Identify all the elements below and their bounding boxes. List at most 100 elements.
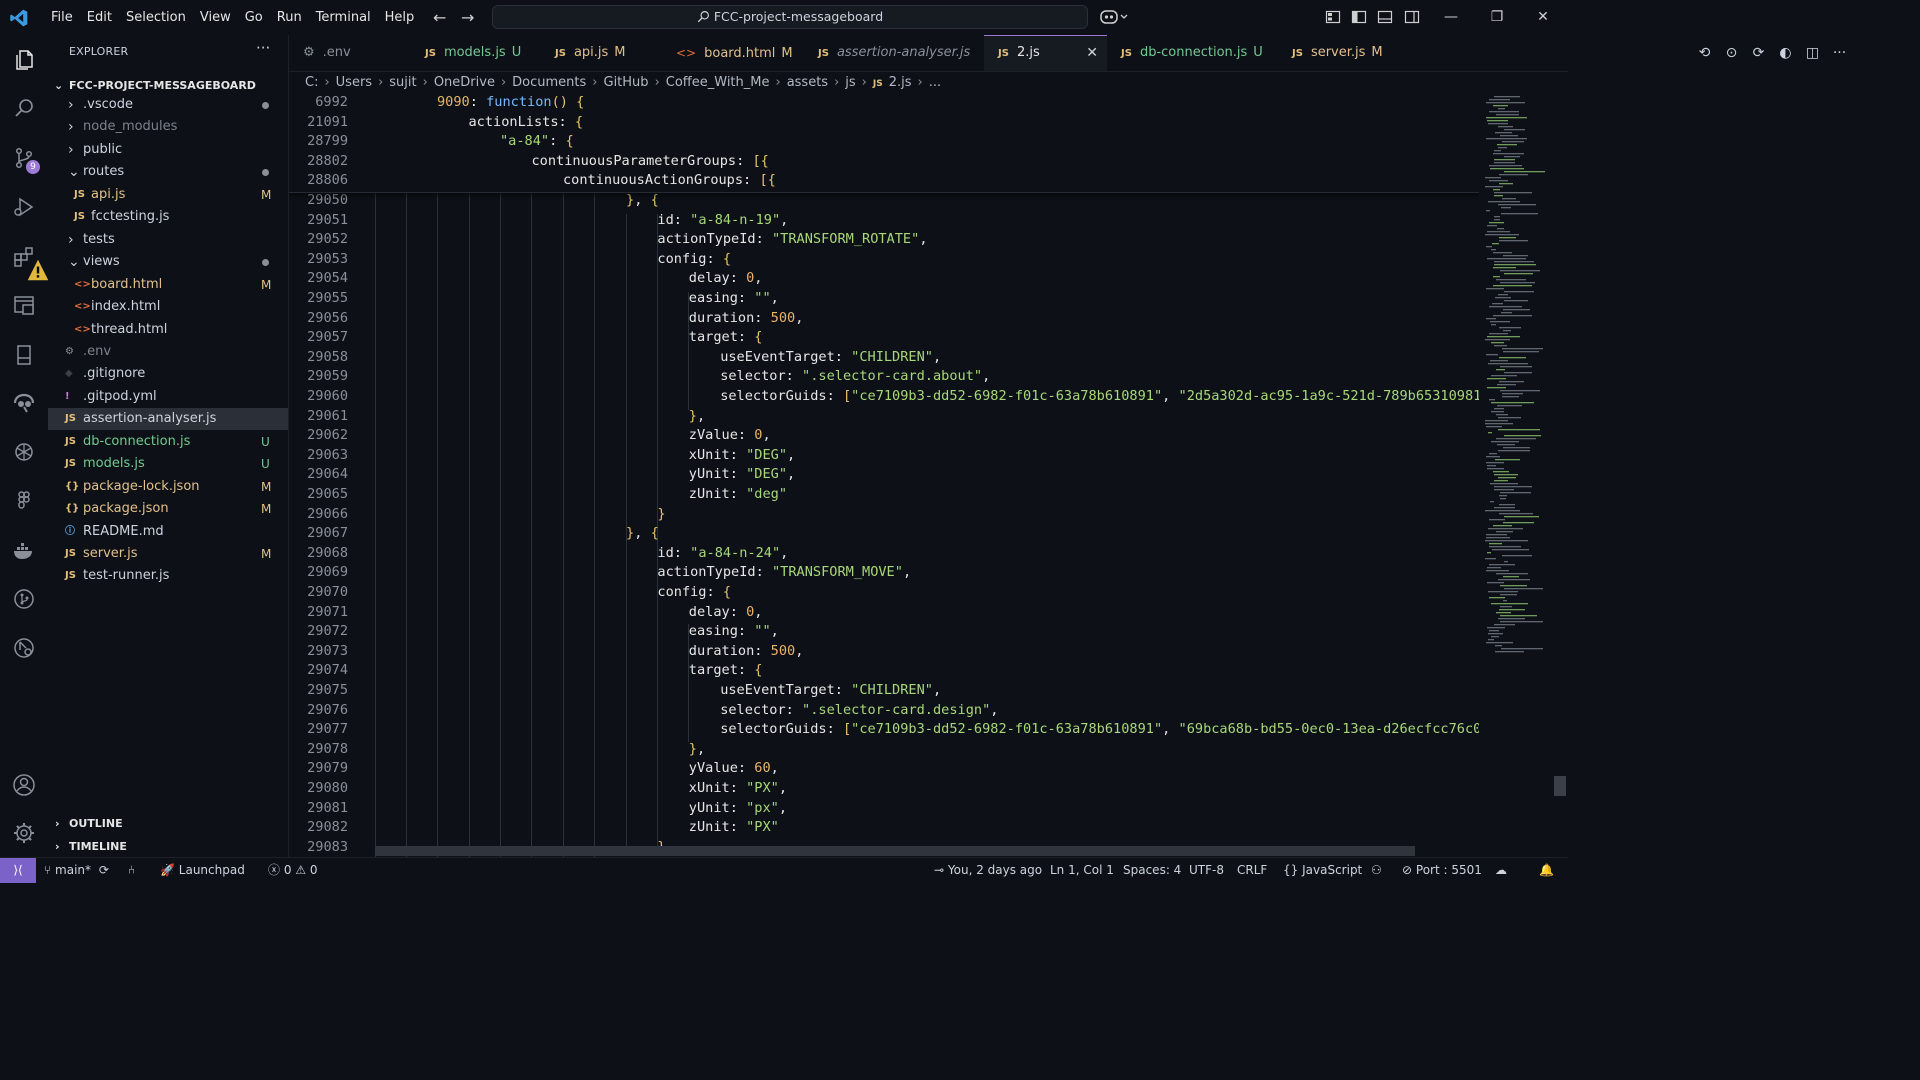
git-graph-status-icon[interactable]: ⑃ [128, 858, 135, 882]
go-forward-change-icon[interactable]: ⟳ [1745, 45, 1772, 61]
menu-go[interactable]: Go [238, 0, 270, 35]
source-control-icon[interactable]: 9 [0, 138, 48, 178]
copilot-icon[interactable] [1100, 8, 1130, 30]
menu-selection[interactable]: Selection [119, 0, 193, 35]
outline-section[interactable]: › OUTLINE [48, 813, 288, 835]
toggle-panel-icon[interactable] [1377, 9, 1393, 25]
gitlens-icon[interactable] [0, 383, 48, 423]
breadcrumb-segment[interactable]: assets [787, 75, 828, 90]
arrow-left-icon[interactable]: ← [433, 8, 446, 27]
arrow-right-icon[interactable]: → [461, 8, 474, 27]
sticky-scroll[interactable]: 6992 9090: function() {21091 actionLists: … [289, 94, 1479, 193]
account-icon[interactable] [0, 765, 48, 805]
command-center[interactable]: FCC-project-messageboard [492, 5, 1088, 29]
folder-item[interactable]: ⌄ routes [48, 161, 288, 183]
menu-run[interactable]: Run [270, 0, 309, 35]
git-graph-icon[interactable] [0, 579, 48, 619]
toggle-secondary-sidebar-icon[interactable] [1404, 9, 1420, 25]
breadcrumb-segment[interactable]: OneDrive [434, 75, 495, 90]
file-item[interactable]: ◆ .gitignore [48, 363, 288, 385]
docker-icon[interactable] [0, 531, 48, 571]
breadcrumb-segment[interactable]: js [845, 75, 855, 90]
cursor-position[interactable]: Ln 1, Col 1 [1050, 858, 1114, 882]
git-blame-indicator[interactable]: ⊸ You, 2 days ago [934, 858, 1042, 882]
figma-icon[interactable] [0, 481, 48, 521]
folder-item[interactable]: › tests [48, 229, 288, 251]
tab-api-js[interactable]: JS api.js M [541, 35, 662, 71]
testing-icon[interactable] [0, 335, 48, 375]
copilot-status-icon[interactable]: ⚇ [1371, 858, 1382, 882]
breadcrumb-segment[interactable]: 2.js [889, 75, 912, 90]
tab-server-js[interactable]: JS server.js M [1278, 35, 1388, 71]
split-editor-icon[interactable]: ◫ [1799, 45, 1826, 61]
tab--env[interactable]: ⚙ .env [289, 35, 411, 71]
tab-board-html[interactable]: <> board.html M [662, 35, 804, 71]
file-item[interactable]: <> thread.html [48, 319, 288, 341]
file-item[interactable]: {} package.json M [48, 498, 288, 520]
problems-indicator[interactable]: ⓧ 0 ⚠ 0 [268, 858, 318, 882]
tab-db-connection-js[interactable]: JS db-connection.js U [1107, 35, 1278, 71]
more-actions-icon[interactable]: ··· [256, 39, 270, 57]
language-mode[interactable]: {} JavaScript [1283, 858, 1362, 882]
breadcrumb-segment[interactable]: Users [336, 75, 372, 90]
breadcrumb-segment[interactable]: sujit [389, 75, 416, 90]
close-window-icon[interactable]: ✕ [1520, 0, 1566, 35]
breadcrumb-segment[interactable]: Documents [512, 75, 586, 90]
folder-item[interactable]: ⌄ views [48, 251, 288, 273]
menu-help[interactable]: Help [378, 0, 422, 35]
tab-models-js[interactable]: JS models.js U [411, 35, 541, 71]
restore-icon[interactable]: ❐ [1474, 0, 1520, 35]
go-back-change-icon[interactable]: ⟲ [1691, 45, 1718, 61]
horizontal-scrollbar[interactable] [375, 846, 1415, 856]
file-item[interactable]: JS test-runner.js [48, 565, 288, 587]
open-changes-icon[interactable]: ◐ [1772, 45, 1799, 61]
breadcrumb-segment[interactable]: ... [929, 75, 941, 90]
indentation[interactable]: Spaces: 4 [1123, 858, 1181, 882]
close-tab-icon[interactable]: ✕ [1086, 36, 1098, 70]
timeline-compare-icon[interactable]: ⊙ [1718, 45, 1745, 61]
breadcrumb-segment[interactable]: C: [305, 75, 318, 90]
run-debug-icon[interactable] [0, 187, 48, 227]
menu-view[interactable]: View [193, 0, 238, 35]
file-item[interactable]: JS server.js M [48, 543, 288, 565]
file-item[interactable]: ! .gitpod.yml [48, 386, 288, 408]
breadcrumb-segment[interactable]: GitHub [604, 75, 649, 90]
file-item[interactable]: JS assertion-analyser.js [48, 408, 288, 431]
remote-explorer-icon[interactable] [0, 285, 48, 325]
live-share-icon[interactable] [0, 628, 48, 668]
explorer-icon[interactable] [0, 40, 48, 80]
file-item[interactable]: {} package-lock.json M [48, 476, 288, 498]
vertical-scrollbar-thumb[interactable] [1554, 776, 1566, 796]
tab-assertion-analyser-js[interactable]: JS assertion-analyser.js [804, 35, 984, 71]
folder-item[interactable]: › node_modules [48, 116, 288, 138]
folder-item[interactable]: › public [48, 139, 288, 161]
search-icon[interactable] [0, 88, 48, 128]
menu-file[interactable]: File [44, 0, 80, 35]
file-item[interactable]: <> index.html [48, 296, 288, 318]
minimize-icon[interactable]: — [1428, 0, 1474, 35]
chatgpt-icon[interactable] [0, 432, 48, 472]
file-item[interactable]: JS models.js U [48, 453, 288, 475]
launchpad-button[interactable]: 🚀 Launchpad [160, 858, 245, 882]
file-item[interactable]: JS api.js M [48, 184, 288, 206]
file-item[interactable]: ⚙ .env [48, 341, 288, 363]
more-actions-icon[interactable]: ··· [1826, 45, 1853, 61]
layout-customize-icon[interactable] [1325, 9, 1341, 25]
menu-edit[interactable]: Edit [80, 0, 119, 35]
menu-terminal[interactable]: Terminal [309, 0, 378, 35]
code-editor[interactable]: 29050}, {29051 id: "a-84-n-19", 29052 actio… [289, 94, 1568, 857]
live-server-port[interactable]: ⊘ Port : 5501 [1402, 858, 1482, 882]
notifications-bell-icon[interactable]: 🔔 [1539, 858, 1554, 882]
toggle-primary-sidebar-icon[interactable] [1351, 9, 1367, 25]
tab-2-js[interactable]: JS 2.js ✕ [984, 35, 1107, 71]
encoding[interactable]: UTF-8 [1189, 858, 1224, 882]
minimap[interactable] [1479, 94, 1568, 857]
breadcrumb-segment[interactable]: Coffee_With_Me [666, 75, 770, 90]
folder-item[interactable]: › .vscode [48, 94, 288, 116]
remote-cloud-icon[interactable]: ☁ [1495, 858, 1507, 882]
file-item[interactable]: JS db-connection.js U [48, 431, 288, 453]
file-item[interactable]: ⓘ README.md [48, 521, 288, 543]
settings-gear-icon[interactable] [0, 813, 48, 853]
remote-indicator-icon[interactable]: ⟩⟨ [0, 858, 36, 883]
timeline-section[interactable]: › TIMELINE [48, 836, 288, 858]
